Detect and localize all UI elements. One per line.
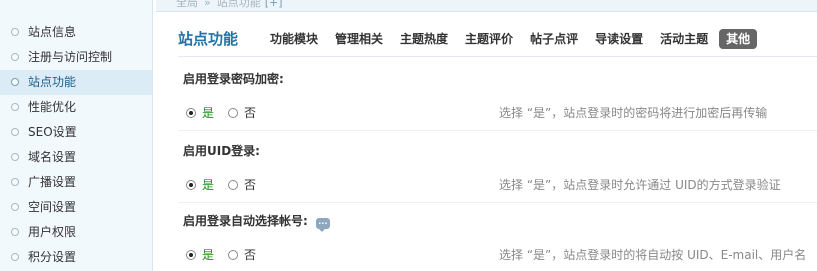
breadcrumb-current: 站点功能	[216, 0, 261, 9]
radio-no[interactable]	[228, 108, 239, 118]
sidebar-item-domain[interactable]: 域名设置	[0, 145, 152, 170]
sidebar-item-performance[interactable]: 性能优化	[0, 95, 152, 120]
radio-yes[interactable]	[186, 250, 196, 260]
bullet-icon	[11, 253, 19, 261]
bullet-icon	[11, 153, 19, 161]
breadcrumb-add-shortcut[interactable]: [+]	[265, 0, 283, 9]
page-title: 站点功能	[178, 30, 239, 48]
sidebar-item-label: SEO设置	[28, 125, 77, 139]
main-panel: 站点功能 功能模块 管理相关 主题热度 主题评价 帖子点评 导读设置 活动主题 其他 启用登录…	[156, 13, 817, 271]
tab-bar: 功能模块 管理相关 主题热度 主题评价 帖子点评 导读设置 活动主题 其他	[264, 29, 762, 49]
tab-thread-heat[interactable]: 主题热度	[394, 29, 454, 49]
radio-no-label[interactable]: 否	[244, 178, 256, 192]
bullet-icon	[11, 228, 19, 236]
tab-thread-rating[interactable]: 主题评价	[459, 29, 519, 49]
sidebar-item-registration[interactable]: 注册与访问控制	[0, 45, 152, 70]
setting-radios-auto-account: 是否	[186, 246, 256, 263]
tab-other[interactable]: 其他	[719, 29, 758, 49]
divider	[178, 56, 817, 57]
setting-radios-uid-login: 是否	[186, 176, 256, 193]
setting-tip: 选择 “是”，站点登录时允许通过 UID的方式登录验证	[499, 178, 781, 192]
sidebar-item-label: 域名设置	[28, 150, 77, 164]
bullet-icon	[11, 128, 19, 136]
setting-label-text: 启用登录自动选择帐号:	[183, 214, 308, 228]
divider	[178, 202, 817, 203]
sidebar-item-site-info[interactable]: 站点信息	[0, 20, 152, 45]
radio-no-label[interactable]: 否	[244, 106, 256, 120]
setting-radios-password-encryption: 是否	[186, 104, 256, 121]
bullet-icon	[11, 28, 19, 36]
setting-label-uid-login: 启用UID登录:	[183, 144, 260, 158]
radio-no[interactable]	[228, 250, 239, 260]
setting-tip: 选择 “是”，站点登录时的将自动按 UID、E-mail、用户名	[499, 248, 807, 262]
setting-tip: 选择 “是”，站点登录时的密码将进行加密后再传输	[499, 106, 768, 120]
bullet-icon	[11, 53, 19, 61]
sidebar-item-space[interactable]: 空间设置	[0, 195, 152, 220]
bullet-icon	[11, 178, 19, 186]
radio-yes[interactable]	[186, 180, 196, 190]
radio-yes-label[interactable]: 是	[202, 106, 214, 120]
tab-feature-modules[interactable]: 功能模块	[264, 29, 324, 49]
sidebar-item-label: 站点功能	[28, 75, 77, 89]
tab-management[interactable]: 管理相关	[329, 29, 389, 49]
tab-post-comments[interactable]: 帖子点评	[524, 29, 584, 49]
setting-label-auto-account: 启用登录自动选择帐号: ···	[183, 212, 330, 232]
sidebar-item-label: 性能优化	[28, 100, 77, 114]
sidebar-item-label: 站点信息	[28, 25, 77, 39]
sidebar-item-label: 空间设置	[28, 200, 77, 214]
help-bubble-icon[interactable]: ···	[315, 218, 330, 232]
tab-activity-threads[interactable]: 活动主题	[654, 29, 714, 49]
setting-label-password-encryption: 启用登录密码加密:	[183, 72, 284, 86]
sidebar-item-site-features[interactable]: 站点功能	[0, 70, 152, 95]
radio-yes-label[interactable]: 是	[202, 178, 214, 192]
sidebar-item-label: 用户权限	[28, 225, 77, 239]
bullet-icon	[11, 78, 19, 86]
sidebar-item-seo[interactable]: SEO设置	[0, 120, 152, 145]
radio-yes[interactable]	[186, 108, 196, 118]
sidebar-item-label: 积分设置	[28, 250, 77, 264]
radio-yes-label[interactable]: 是	[202, 248, 214, 262]
sidebar-item-credits[interactable]: 积分设置	[0, 245, 152, 270]
tab-guide-settings[interactable]: 导读设置	[589, 29, 649, 49]
bullet-icon	[11, 203, 19, 211]
sidebar-item-permissions[interactable]: 用户权限	[0, 220, 152, 245]
radio-no-label[interactable]: 否	[244, 248, 256, 262]
sidebar-item-label: 注册与访问控制	[28, 50, 113, 64]
sidebar-item-broadcast[interactable]: 广播设置	[0, 170, 152, 195]
divider	[178, 130, 817, 131]
bullet-icon	[11, 103, 19, 111]
sidebar-item-label: 广播设置	[28, 175, 77, 189]
sidebar-nav: 站点信息 注册与访问控制 站点功能 性能优化 SEO设置 域名设置 广播设置 空…	[0, 0, 153, 271]
breadcrumb-home[interactable]: 全局	[176, 0, 198, 9]
radio-no[interactable]	[228, 180, 239, 190]
breadcrumb: 全局» 站点功能 [+]	[156, 0, 817, 12]
